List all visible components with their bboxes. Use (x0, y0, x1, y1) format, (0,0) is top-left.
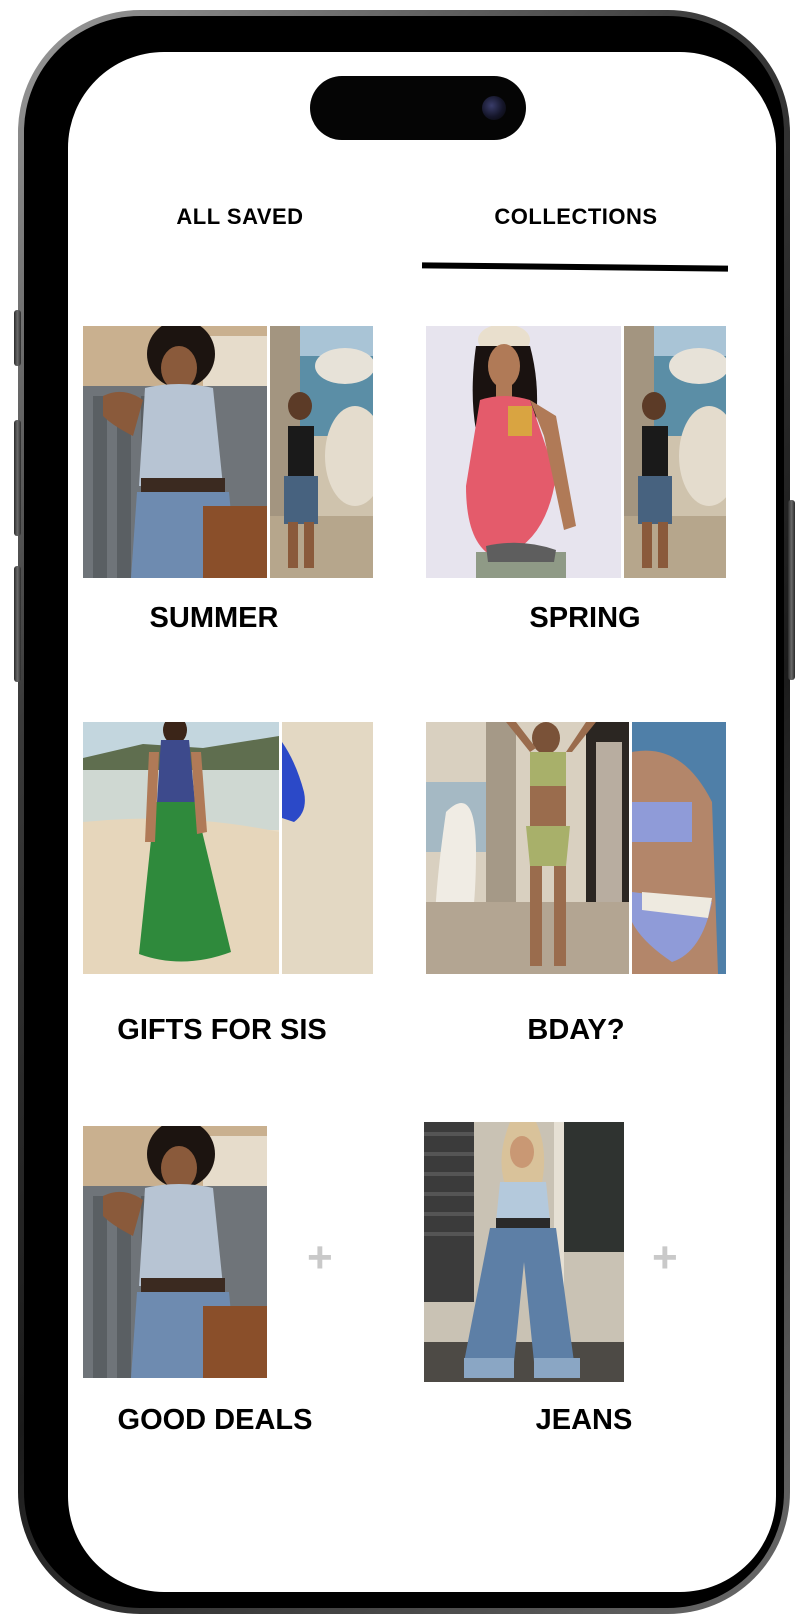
woman-beach-rocks-image (624, 326, 726, 578)
collection-image-main (83, 722, 279, 974)
power-button (788, 500, 795, 680)
dynamic-island (310, 76, 526, 140)
collection-image-main (83, 326, 267, 578)
collection-title: SUMMER (149, 602, 279, 634)
collection-title: GOOD DEALS (117, 1404, 313, 1436)
collection-title: GIFTS FOR SIS (117, 1014, 327, 1046)
collection-card-gifts-for-sis[interactable]: GIFTS FOR SIS (83, 722, 373, 1062)
collection-image-secondary (632, 722, 726, 974)
volume-up-button (14, 420, 21, 536)
woman-jeans-street-image (424, 1122, 624, 1382)
collection-image-main (426, 326, 621, 578)
blue-bikini-ocean-image (632, 722, 726, 974)
collection-title: JEANS (535, 1404, 633, 1436)
collection-card-bday[interactable]: BDAY? (426, 722, 726, 1062)
collection-image-main (424, 1122, 624, 1382)
volume-down-button (14, 566, 21, 682)
collection-image-secondary (624, 326, 726, 578)
collection-image-main (83, 1126, 267, 1378)
add-item-plus-icon[interactable]: + (307, 1236, 333, 1280)
tab-all-saved[interactable]: ALL SAVED (140, 204, 340, 230)
woman-green-bikini-image (426, 722, 629, 974)
active-tab-indicator (421, 262, 729, 272)
tab-collections[interactable]: COLLECTIONS (468, 204, 684, 230)
collection-title: SPRING (529, 602, 641, 634)
woman-cowl-top-image (83, 326, 267, 578)
collection-card-jeans[interactable]: + JEANS (424, 1122, 724, 1466)
app-screen: ALL SAVED COLLECTIONS SUMMER SPRING GIFT… (68, 52, 776, 1592)
collection-card-spring[interactable]: SPRING (426, 326, 726, 646)
camera-icon (482, 96, 506, 120)
collection-image-secondary (282, 722, 373, 974)
woman-green-dress-image (83, 722, 279, 974)
woman-cowl-top-image (83, 1126, 267, 1378)
collection-image-main (426, 722, 629, 974)
collection-card-summer[interactable]: SUMMER (83, 326, 373, 646)
add-item-plus-icon[interactable]: + (652, 1236, 678, 1280)
phone-frame: ALL SAVED COLLECTIONS SUMMER SPRING GIFT… (14, 10, 795, 1614)
woman-pink-tank-image (426, 326, 621, 578)
collection-title: BDAY? (527, 1014, 625, 1046)
collection-card-good-deals[interactable]: + GOOD DEALS (83, 1126, 373, 1466)
woman-beach-rocks-image (270, 326, 373, 578)
blue-sleeve-beige-image (282, 722, 373, 974)
collection-image-secondary (270, 326, 373, 578)
side-button (14, 310, 21, 366)
